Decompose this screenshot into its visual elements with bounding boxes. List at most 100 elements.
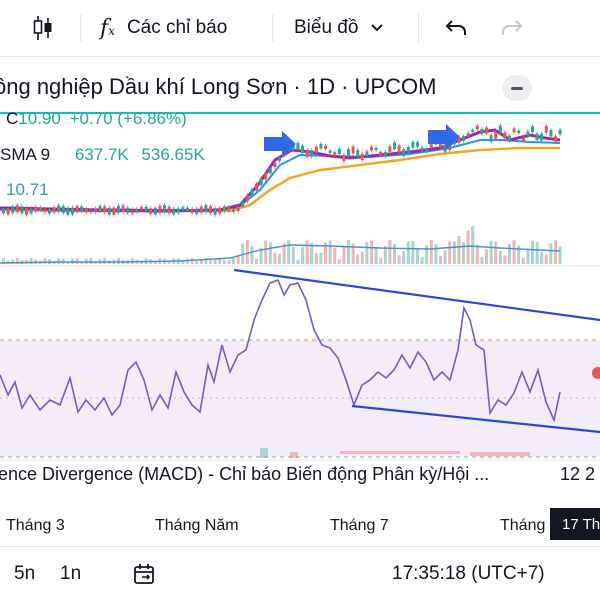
- candle: [549, 130, 553, 137]
- candle: [337, 148, 341, 155]
- volume-bar: [393, 243, 396, 264]
- volume-bar: [388, 240, 392, 264]
- candle: [416, 142, 419, 147]
- candle: [61, 206, 65, 213]
- candle: [544, 125, 548, 133]
- interval-5-button[interactable]: 5n: [14, 547, 35, 601]
- candle: [526, 131, 530, 136]
- ma-value: 10.71: [6, 180, 49, 199]
- candle: [494, 131, 498, 139]
- volume-bar: [439, 256, 442, 264]
- candle: [255, 183, 258, 191]
- candle: [268, 167, 272, 174]
- volume-bar: [452, 241, 456, 264]
- volume-bar: [71, 258, 74, 264]
- candle: [365, 151, 369, 157]
- candle: [383, 151, 387, 157]
- candle: [126, 207, 130, 213]
- volume-bar: [305, 240, 309, 264]
- candle: [117, 205, 120, 213]
- symbol-title[interactable]: ông nghiệp Dầu khí Long Sơn · 1D · UPCOM: [0, 74, 436, 100]
- calendar-icon[interactable]: [132, 547, 156, 601]
- candle: [535, 133, 539, 141]
- interval-1-button[interactable]: 1n: [60, 547, 81, 601]
- volume-bar: [379, 258, 383, 264]
- volume-bar: [370, 240, 373, 264]
- volume-bar: [264, 240, 268, 264]
- candle: [135, 209, 139, 212]
- volume-bar: [554, 240, 557, 264]
- candle: [374, 147, 378, 150]
- clock-readout[interactable]: 17:35:18 (UTC+7): [392, 547, 545, 601]
- candle: [38, 207, 42, 211]
- candle: [181, 207, 185, 211]
- volume-bar: [190, 258, 194, 264]
- volume-bar: [494, 241, 498, 264]
- candle: [43, 209, 47, 212]
- candle: [103, 206, 107, 213]
- candle: [20, 206, 24, 214]
- candle: [296, 142, 300, 150]
- candle: [273, 163, 277, 168]
- candle: [393, 142, 396, 150]
- volume-bar: [397, 255, 401, 264]
- candle: [531, 126, 534, 133]
- candle: [149, 208, 153, 214]
- candle: [98, 206, 102, 212]
- candle: [144, 206, 148, 212]
- volume-bar: [103, 258, 107, 264]
- candle: [25, 208, 28, 215]
- volume-bar: [475, 245, 479, 264]
- time-axis[interactable]: Tháng 3 Tháng Năm Tháng 7 Tháng: [0, 510, 600, 544]
- candle: [466, 133, 470, 137]
- volume-bar: [512, 240, 516, 264]
- volume-bar: [130, 258, 134, 264]
- volume-bar: [457, 236, 461, 264]
- bottom-bar: 5n 1n 17:35:18 (UTC+7): [0, 546, 600, 601]
- candle: [480, 128, 484, 135]
- volume-bar: [558, 246, 562, 264]
- candle: [84, 208, 88, 213]
- candle: [195, 208, 199, 214]
- volume-bar: [167, 261, 171, 264]
- volume-bar: [75, 258, 79, 264]
- candle: [508, 135, 511, 141]
- volume-bar: [406, 241, 410, 264]
- volume-bar: [314, 253, 318, 264]
- time-label: Tháng Năm: [155, 517, 239, 534]
- candle: [314, 146, 318, 153]
- collapse-legend-button[interactable]: [502, 75, 532, 101]
- candle: [140, 207, 143, 211]
- candle: [66, 207, 70, 215]
- volume-bar: [448, 241, 452, 264]
- candle: [250, 189, 254, 197]
- candle: [153, 207, 157, 215]
- candle: [328, 150, 332, 153]
- candle: [48, 209, 51, 214]
- arrow-icon: [264, 131, 296, 157]
- volume-bar: [360, 251, 364, 264]
- candle: [319, 143, 323, 149]
- candle: [397, 145, 401, 153]
- candle: [130, 209, 134, 214]
- candle: [310, 150, 314, 157]
- volume-bar: [489, 240, 493, 264]
- volume-bar: [411, 240, 415, 264]
- candle: [163, 205, 166, 213]
- candle: [199, 206, 203, 213]
- volume-bar: [471, 226, 475, 264]
- volume-bar: [213, 259, 217, 264]
- candle: [80, 206, 84, 212]
- candle: [121, 205, 125, 212]
- candle: [558, 129, 562, 135]
- candle: [94, 208, 97, 212]
- candle: [429, 143, 433, 148]
- candle: [71, 207, 74, 215]
- volume-bar: [535, 241, 539, 264]
- sma-legend[interactable]: SMA 9 637.7K 536.65K: [0, 145, 205, 165]
- macd-indicator-label[interactable]: ence Divergence (MACD) - Chỉ báo Biến độ…: [0, 464, 489, 485]
- volume-bar: [337, 259, 341, 264]
- minus-icon: [511, 86, 523, 90]
- candle: [158, 205, 162, 213]
- candle: [411, 142, 415, 148]
